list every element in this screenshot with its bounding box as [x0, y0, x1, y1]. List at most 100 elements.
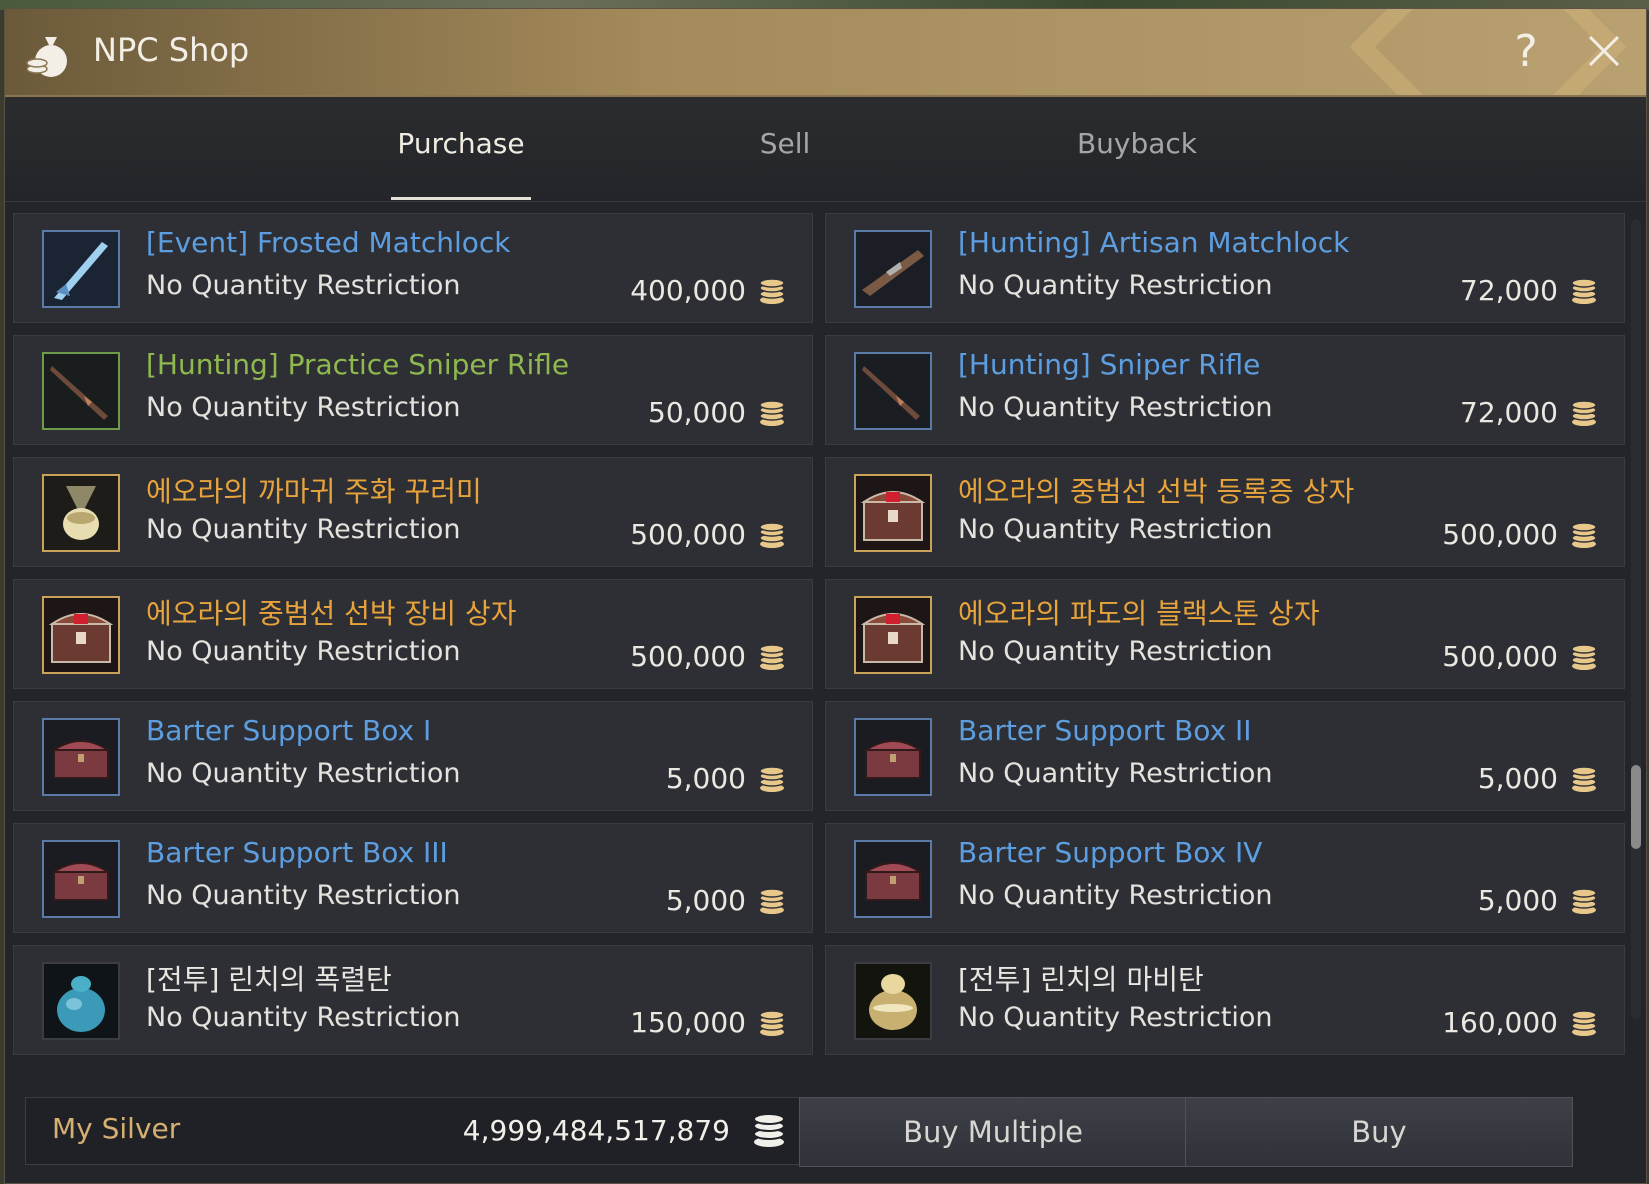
item-price: 500,000 [630, 518, 746, 551]
my-silver-value: 4,999,484,517,879 [462, 1114, 730, 1147]
silver-coin-icon [758, 766, 786, 794]
barter-box-icon [854, 718, 932, 796]
shop-item[interactable]: 에오라의 파도의 블랙스톤 상자 No Quantity Restriction 5… [825, 579, 1625, 689]
barter-box-icon [42, 718, 120, 796]
shop-item[interactable]: [전투] 린치의 폭렬탄 No Quantity Restriction 150,0… [13, 945, 813, 1055]
silver-coin-icon [758, 278, 786, 306]
silver-coin-icon [1570, 278, 1598, 306]
item-restriction: No Quantity Restriction [146, 392, 461, 423]
blue-bomb-icon [42, 962, 120, 1040]
shop-item[interactable]: [Hunting] Practice Sniper Rifle No Quanti… [13, 335, 813, 445]
help-button[interactable]: ? [1506, 23, 1546, 81]
item-price: 500,000 [1442, 518, 1558, 551]
silver-coin-icon [1570, 644, 1598, 672]
artisan-matchlock-icon [854, 230, 932, 308]
shop-item[interactable]: Barter Support Box I No Quantity Restrict… [13, 701, 813, 811]
frosted-matchlock-icon [42, 230, 120, 308]
item-name: 에오라의 중범선 선박 등록증 상자 [958, 475, 1355, 508]
tab-buyback[interactable]: Buyback [1027, 127, 1247, 160]
item-restriction: No Quantity Restriction [958, 270, 1273, 301]
sniper-rifle-icon [854, 352, 932, 430]
tab-bar: Purchase Sell Buyback [5, 97, 1646, 202]
title-bar[interactable]: NPC Shop ? [5, 9, 1646, 97]
item-restriction: No Quantity Restriction [958, 514, 1273, 545]
silver-coin-icon [1570, 400, 1598, 428]
silver-coin-icon [1570, 522, 1598, 550]
item-restriction: No Quantity Restriction [958, 880, 1273, 911]
item-name: [전투] 린치의 폭렬탄 [146, 963, 392, 996]
silver-coin-icon [758, 888, 786, 916]
shop-item[interactable]: Barter Support Box II No Quantity Restric… [825, 701, 1625, 811]
silver-coin-icon [758, 1010, 786, 1038]
treasure-chest-icon [42, 596, 120, 674]
item-price: 500,000 [1442, 640, 1558, 673]
item-price: 5,000 [665, 762, 746, 795]
shop-item[interactable]: Barter Support Box III No Quantity Restri… [13, 823, 813, 933]
my-silver-label: My Silver [52, 1112, 181, 1145]
item-price: 5,000 [1477, 762, 1558, 795]
item-price: 5,000 [1477, 884, 1558, 917]
shop-item[interactable]: [전투] 린치의 마비탄 No Quantity Restriction 160,0… [825, 945, 1625, 1055]
item-name: Barter Support Box III [146, 836, 448, 869]
gold-bomb-icon [854, 962, 932, 1040]
item-restriction: No Quantity Restriction [958, 636, 1273, 667]
item-restriction: No Quantity Restriction [958, 392, 1273, 423]
money-bag-icon [26, 37, 67, 77]
active-tab-indicator [391, 197, 531, 200]
tab-purchase[interactable]: Purchase [351, 127, 571, 160]
shop-item[interactable]: 에오라의 까마귀 주화 꾸러미 No Quantity Restriction 50… [13, 457, 813, 567]
item-name: [Hunting] Practice Sniper Rifle [146, 348, 570, 381]
item-name: [Hunting] Sniper Rifle [958, 348, 1261, 381]
shop-item[interactable]: [Hunting] Sniper Rifle No Quantity Restri… [825, 335, 1625, 445]
silver-coin-icon [1570, 888, 1598, 916]
silver-coin-icon [1570, 1010, 1598, 1038]
item-name: 에오라의 중범선 선박 장비 상자 [146, 597, 517, 630]
coin-pouch-icon [42, 474, 120, 552]
shop-item[interactable]: 에오라의 중범선 선박 장비 상자 No Quantity Restriction… [13, 579, 813, 689]
item-name: 에오라의 까마귀 주화 꾸러미 [146, 475, 482, 508]
buy-multiple-button[interactable]: Buy Multiple [799, 1097, 1187, 1167]
practice-sniper-rifle-icon [42, 352, 120, 430]
item-price: 72,000 [1460, 396, 1558, 429]
item-price: 160,000 [1442, 1006, 1558, 1039]
item-price: 150,000 [630, 1006, 746, 1039]
silver-coin-icon [1570, 766, 1598, 794]
item-name: Barter Support Box IV [958, 836, 1263, 869]
barter-box-icon [854, 840, 932, 918]
barter-box-icon [42, 840, 120, 918]
silver-coin-icon [753, 1113, 785, 1147]
scrollbar-track[interactable] [1631, 219, 1641, 1019]
silver-coin-icon [758, 522, 786, 550]
shop-item[interactable]: Barter Support Box IV No Quantity Restric… [825, 823, 1625, 933]
item-name: 에오라의 파도의 블랙스톤 상자 [958, 597, 1320, 630]
item-price: 5,000 [665, 884, 746, 917]
shop-item[interactable]: [Hunting] Artisan Matchlock No Quantity R… [825, 213, 1625, 323]
close-icon[interactable] [1582, 29, 1626, 73]
npc-shop-window: NPC Shop ? Purchase Sell Buyback [Event]… [4, 8, 1647, 1184]
item-restriction: No Quantity Restriction [146, 1002, 461, 1033]
window-title: NPC Shop [93, 31, 250, 69]
scrollbar-thumb[interactable] [1631, 765, 1641, 849]
treasure-chest-icon [854, 474, 932, 552]
item-price: 72,000 [1460, 274, 1558, 307]
buy-button[interactable]: Buy [1185, 1097, 1573, 1167]
item-restriction: No Quantity Restriction [146, 514, 461, 545]
item-name: Barter Support Box II [958, 714, 1252, 747]
item-restriction: No Quantity Restriction [146, 270, 461, 301]
treasure-chest-icon [854, 596, 932, 674]
item-price: 50,000 [648, 396, 746, 429]
item-restriction: No Quantity Restriction [958, 758, 1273, 789]
item-restriction: No Quantity Restriction [146, 758, 461, 789]
shop-item[interactable]: 에오라의 중범선 선박 등록증 상자 No Quantity Restrictio… [825, 457, 1625, 567]
silver-coin-icon [758, 644, 786, 672]
item-restriction: No Quantity Restriction [146, 880, 461, 911]
item-restriction: No Quantity Restriction [958, 1002, 1273, 1033]
shop-item[interactable]: [Event] Frosted Matchlock No Quantity Res… [13, 213, 813, 323]
item-name: [전투] 린치의 마비탄 [958, 963, 1204, 996]
item-name: [Event] Frosted Matchlock [146, 226, 511, 259]
item-name: [Hunting] Artisan Matchlock [958, 226, 1350, 259]
item-name: Barter Support Box I [146, 714, 432, 747]
item-restriction: No Quantity Restriction [146, 636, 461, 667]
my-silver-panel: My Silver 4,999,484,517,879 [25, 1097, 809, 1165]
tab-sell[interactable]: Sell [675, 127, 895, 160]
